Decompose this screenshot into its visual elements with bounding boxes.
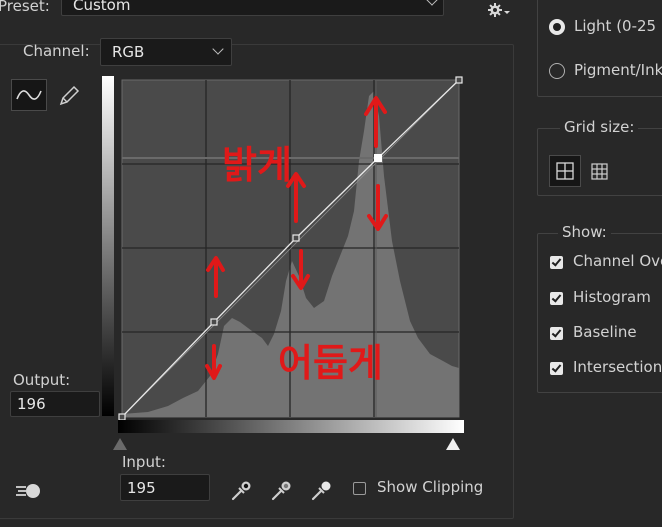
- grid-detailed-button[interactable]: [583, 155, 615, 187]
- output-gradient-bar: [102, 76, 114, 416]
- channel-overlays-checkbox[interactable]: [550, 256, 563, 269]
- input-field[interactable]: 195: [120, 474, 210, 501]
- channel-dropdown[interactable]: RGB: [100, 38, 232, 66]
- preset-label: Preset:: [0, 0, 50, 15]
- curve-point[interactable]: [210, 318, 218, 326]
- black-point-slider[interactable]: [113, 438, 127, 450]
- output-label: Output:: [13, 371, 71, 389]
- eyedropper-white-icon[interactable]: [309, 477, 335, 503]
- curve-point-selected[interactable]: [374, 154, 382, 162]
- radio-light[interactable]: [549, 19, 565, 35]
- pencil-icon: [59, 85, 80, 106]
- show-clipping-label[interactable]: Show Clipping: [377, 478, 483, 496]
- eyedropper-gray-icon[interactable]: [269, 477, 295, 503]
- eyedropper-black-icon[interactable]: [229, 477, 255, 503]
- annotation-darker: 어둡게: [278, 341, 383, 385]
- histogram-label[interactable]: Histogram: [573, 288, 651, 306]
- chevron-down-icon: [212, 43, 224, 55]
- show-clipping-checkbox[interactable]: [353, 482, 366, 495]
- channel-overlays-label[interactable]: Channel Ove: [573, 252, 662, 270]
- radio-light-label[interactable]: Light (0-25: [574, 17, 656, 35]
- input-value: 195: [127, 479, 156, 497]
- curve-point[interactable]: [455, 76, 463, 84]
- curve-point[interactable]: [292, 234, 300, 242]
- preset-dropdown[interactable]: Custom: [61, 0, 444, 16]
- radio-pigment[interactable]: [549, 63, 565, 79]
- pencil-tool-button[interactable]: [55, 82, 83, 110]
- curves-graph[interactable]: 밝게 어둡게: [118, 76, 464, 422]
- show-amount-group: [537, 0, 662, 97]
- curve-tool-icon: [16, 90, 42, 100]
- intersection-label[interactable]: Intersection: [573, 358, 662, 376]
- grid-4-icon: [556, 162, 574, 180]
- input-label: Input:: [122, 453, 166, 471]
- baseline-checkbox[interactable]: [550, 327, 563, 340]
- channel-value: RGB: [112, 43, 145, 61]
- intersection-checkbox[interactable]: [550, 362, 563, 375]
- baseline-label[interactable]: Baseline: [573, 323, 637, 341]
- annotation-brighter: 밝게: [222, 143, 292, 187]
- preset-value: Custom: [73, 0, 131, 14]
- input-gradient-bar: [118, 420, 464, 433]
- output-field[interactable]: 196: [10, 391, 100, 417]
- radio-pigment-label[interactable]: Pigment/Ink: [574, 61, 662, 79]
- show-label: Show:: [558, 223, 611, 241]
- output-value: 196: [17, 395, 46, 413]
- gear-icon[interactable]: [487, 0, 513, 20]
- channel-label: Channel:: [23, 42, 90, 60]
- grid-size-label: Grid size:: [560, 118, 639, 136]
- grid-10-icon: [591, 163, 608, 180]
- white-point-slider[interactable]: [446, 438, 460, 450]
- histogram-checkbox[interactable]: [550, 292, 563, 305]
- grid-simple-button[interactable]: [549, 155, 581, 187]
- curve-tool-button[interactable]: [11, 79, 47, 111]
- auto-adjust-icon[interactable]: [14, 480, 44, 502]
- chevron-down-icon: [426, 0, 438, 6]
